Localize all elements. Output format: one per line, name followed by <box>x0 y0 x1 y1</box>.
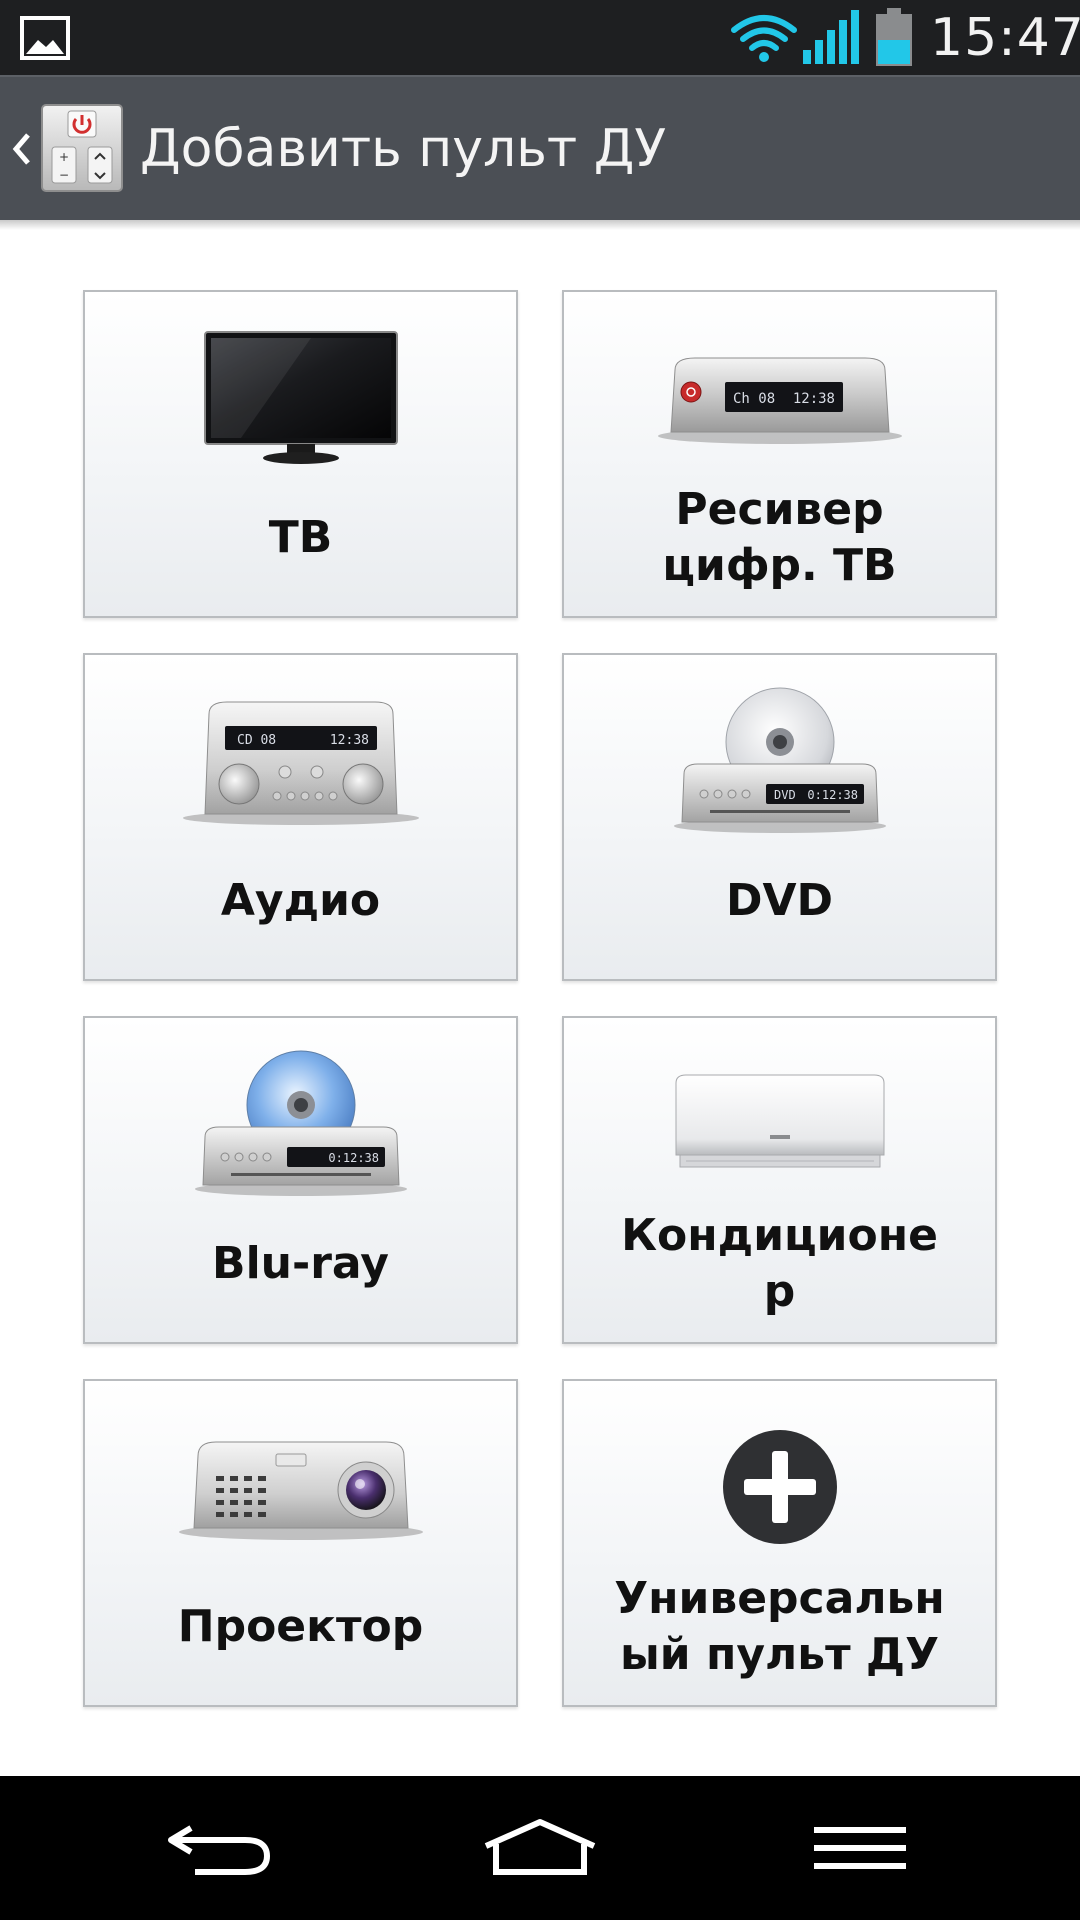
receiver-display-left: Ch 08 <box>733 391 775 407</box>
projector-icon <box>178 1441 423 1540</box>
dvd-icon: DVD 0:12:38 <box>673 687 886 833</box>
remote-app-icon[interactable]: + − <box>40 103 124 193</box>
receiver-display-right: 12:38 <box>792 391 834 407</box>
device-tile-receiver[interactable]: Ch 08 12:38 Ресивер цифр. ТВ <box>562 290 997 618</box>
up-navigation-icon[interactable] <box>8 129 34 169</box>
device-tile-projector[interactable]: Проектор <box>83 1379 518 1707</box>
air-conditioner-icon <box>675 1074 884 1168</box>
status-clock: 15:47 <box>930 8 1080 68</box>
tv-icon <box>203 331 398 464</box>
wifi-icon <box>731 15 797 62</box>
audio-display-right: 12:38 <box>329 733 368 748</box>
device-tile-bluray[interactable]: 0:12:38 Blu-ray <box>83 1016 518 1344</box>
device-label: Blu-ray <box>212 1238 389 1289</box>
device-label: Аудио <box>220 875 381 926</box>
action-bar-shadow <box>0 220 1080 230</box>
audio-display-left: CD 08 <box>237 733 276 748</box>
page-title: Добавить пульт ДУ <box>140 119 667 179</box>
device-grid: ТВ Ch 08 12:38 Ресивер цифр. ТВ CD 08 12… <box>83 290 997 1707</box>
navigation-bar <box>0 1776 1080 1920</box>
back-button[interactable] <box>120 1776 320 1920</box>
device-label: Проектор <box>177 1601 424 1652</box>
device-label: Ресивер цифр. ТВ <box>662 484 897 591</box>
status-bar: 15:47 <box>0 0 1080 75</box>
bluray-icon: 0:12:38 <box>194 1050 407 1196</box>
device-tile-tv[interactable]: ТВ <box>83 290 518 618</box>
home-icon <box>484 1819 596 1875</box>
device-label: DVD <box>725 875 834 926</box>
menu-button[interactable] <box>760 1776 960 1920</box>
audio-icon: CD 08 12:38 <box>182 701 419 825</box>
back-icon <box>168 1825 271 1875</box>
receiver-icon: Ch 08 12:38 <box>657 357 902 444</box>
svg-text:−: − <box>59 168 69 182</box>
bluray-display-right: 0:12:38 <box>328 1151 379 1165</box>
menu-icon <box>814 1827 906 1869</box>
device-tile-air-conditioner[interactable]: Кондиционе р <box>562 1016 997 1344</box>
device-tile-universal-remote[interactable]: Универсальн ый пульт ДУ <box>562 1379 997 1707</box>
device-label: Кондиционе р <box>621 1210 938 1317</box>
device-label: ТВ <box>268 512 333 563</box>
device-tile-audio[interactable]: CD 08 12:38 Аудио <box>83 653 518 981</box>
svg-text:+: + <box>59 150 69 164</box>
dvd-display-left: DVD <box>774 788 796 802</box>
battery-icon <box>876 8 912 66</box>
signal-icon <box>803 10 859 64</box>
plus-icon <box>722 1430 837 1544</box>
gallery-icon <box>20 16 70 60</box>
action-bar: + − Добавить пульт ДУ <box>0 75 1080 220</box>
dvd-display-right: 0:12:38 <box>807 788 858 802</box>
device-label: Универсальн ый пульт ДУ <box>614 1573 945 1680</box>
home-button[interactable] <box>440 1776 640 1920</box>
device-tile-dvd[interactable]: DVD 0:12:38 DVD <box>562 653 997 981</box>
